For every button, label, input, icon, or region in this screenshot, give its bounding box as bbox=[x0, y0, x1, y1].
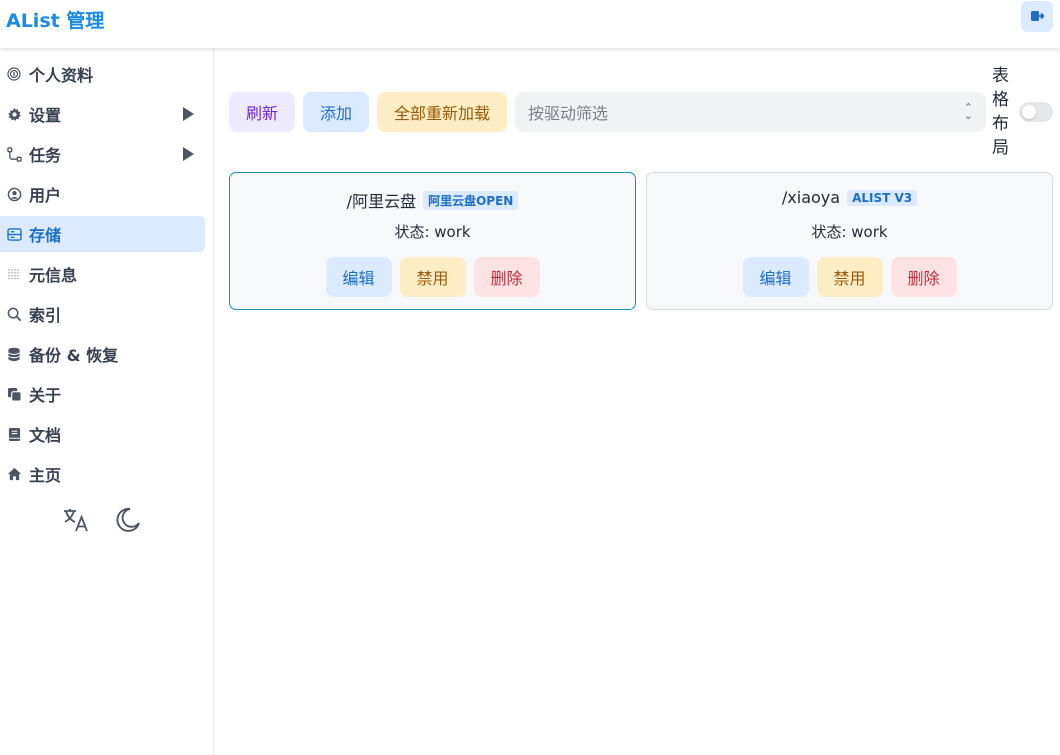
sidebar-item-profile[interactable]: 个人资料 bbox=[0, 56, 205, 92]
storage-status: 状态: work bbox=[811, 223, 888, 241]
sidebar-tools bbox=[60, 506, 144, 538]
sidebar-item-storage[interactable]: 存储 bbox=[0, 216, 205, 252]
table-layout-switch[interactable] bbox=[1019, 102, 1053, 122]
driver-badge: ALIST V3 bbox=[847, 189, 918, 206]
expand-arrow-icon[interactable] bbox=[183, 147, 194, 161]
logout-icon bbox=[1030, 7, 1045, 26]
driver-filter-placeholder: 按驱动筛选 bbox=[528, 104, 609, 123]
logout-button[interactable] bbox=[1021, 1, 1053, 32]
translate-icon bbox=[62, 507, 90, 537]
select-caret-icon: ⌃ ⌄ bbox=[963, 101, 973, 122]
sidebar-item-users[interactable]: 用户 bbox=[0, 176, 205, 212]
storage-icon bbox=[5, 225, 23, 243]
sidebar-item-home[interactable]: 主页 bbox=[0, 456, 205, 492]
sidebar-item-label: 备份 & 恢复 bbox=[29, 346, 119, 365]
sidebar-item-settings[interactable]: 设置 bbox=[0, 96, 205, 132]
storage-actions: 编辑 禁用 删除 bbox=[647, 257, 1052, 297]
sidebar-item-docs[interactable]: 文档 bbox=[0, 416, 205, 452]
sidebar-item-label: 设置 bbox=[29, 106, 62, 125]
user-circle-icon bbox=[5, 185, 23, 203]
sidebar-item-label: 主页 bbox=[29, 466, 62, 485]
copy-icon bbox=[5, 385, 23, 403]
moon-icon bbox=[115, 507, 141, 537]
database-icon bbox=[5, 345, 23, 363]
refresh-button[interactable]: 刷新 bbox=[229, 92, 295, 132]
storage-actions: 编辑 禁用 删除 bbox=[230, 257, 635, 297]
storage-card-header: /xiaoya ALIST V3 bbox=[647, 188, 1052, 207]
home-icon bbox=[5, 465, 23, 483]
language-button[interactable] bbox=[60, 506, 92, 538]
top-header: AList 管理 bbox=[0, 0, 1060, 48]
app-title: AList 管理 bbox=[6, 10, 105, 32]
route-icon bbox=[5, 145, 23, 163]
sidebar-item-label: 关于 bbox=[29, 386, 62, 405]
storage-status: 状态: work bbox=[394, 223, 471, 241]
disable-button[interactable]: 禁用 bbox=[816, 257, 883, 297]
driver-badge: 阿里云盘OPEN bbox=[423, 190, 519, 210]
mount-path: /阿里云盘 bbox=[346, 192, 417, 211]
gear-icon bbox=[5, 105, 23, 123]
table-layout-label: 表格布局 bbox=[992, 66, 1009, 158]
driver-filter-select[interactable]: 按驱动筛选 ⌃ ⌄ bbox=[515, 92, 986, 132]
storage-card: /xiaoya ALIST V3 状态: work 编辑 禁用 删除 bbox=[646, 172, 1053, 310]
sidebar-item-tasks[interactable]: 任务 bbox=[0, 136, 205, 172]
search-icon bbox=[5, 305, 23, 323]
sidebar: 个人资料 设置 任务 用户 存储 元信息 索引 备份 & 恢复 关于 文档 主页 bbox=[0, 48, 214, 755]
switch-knob bbox=[1022, 105, 1036, 119]
expand-arrow-icon[interactable] bbox=[183, 107, 194, 121]
theme-toggle-button[interactable] bbox=[112, 506, 144, 538]
sidebar-item-label: 存储 bbox=[29, 226, 62, 245]
edit-button[interactable]: 编辑 bbox=[742, 257, 809, 297]
sidebar-item-about[interactable]: 关于 bbox=[0, 376, 205, 412]
sidebar-item-label: 索引 bbox=[29, 306, 62, 325]
fingerprint-icon bbox=[5, 65, 23, 83]
mount-path: /xiaoya bbox=[781, 188, 841, 207]
disable-button[interactable]: 禁用 bbox=[399, 257, 466, 297]
reload-all-button[interactable]: 全部重新加载 bbox=[377, 92, 507, 132]
storage-card: /阿里云盘 阿里云盘OPEN 状态: work 编辑 禁用 删除 bbox=[229, 172, 636, 310]
metadata-icon bbox=[5, 265, 23, 283]
edit-button[interactable]: 编辑 bbox=[325, 257, 392, 297]
delete-button[interactable]: 删除 bbox=[890, 257, 957, 297]
book-icon bbox=[5, 425, 23, 443]
sidebar-item-index[interactable]: 索引 bbox=[0, 296, 205, 332]
delete-button[interactable]: 删除 bbox=[473, 257, 540, 297]
sidebar-item-backup-restore[interactable]: 备份 & 恢复 bbox=[0, 336, 205, 372]
sidebar-item-label: 任务 bbox=[29, 146, 62, 165]
add-storage-button[interactable]: 添加 bbox=[303, 92, 369, 132]
sidebar-item-label: 个人资料 bbox=[29, 66, 94, 85]
storage-card-header: /阿里云盘 阿里云盘OPEN bbox=[230, 188, 635, 212]
sidebar-item-label: 文档 bbox=[29, 426, 62, 445]
sidebar-item-label: 元信息 bbox=[29, 266, 78, 285]
sidebar-item-label: 用户 bbox=[29, 186, 62, 205]
sidebar-item-metadata[interactable]: 元信息 bbox=[0, 256, 205, 292]
